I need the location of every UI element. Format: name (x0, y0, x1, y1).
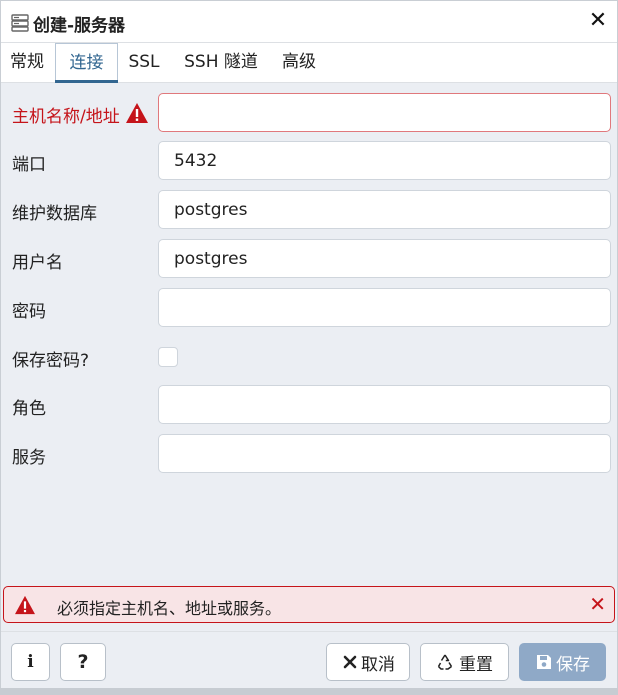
close-icon (343, 655, 357, 669)
role-input[interactable] (158, 385, 611, 424)
dialog-title: 创建-服务器 (33, 16, 126, 36)
username-row: 用户名 (1, 239, 617, 279)
service-row: 服务 (1, 434, 617, 474)
close-icon[interactable]: ✕ (589, 592, 606, 616)
save-password-label: 保存密码? (12, 351, 90, 371)
service-input[interactable] (158, 434, 611, 473)
info-icon: i (27, 652, 34, 672)
host-label: 主机名称/地址 (12, 107, 120, 127)
tab-general[interactable]: 常规 (1, 43, 53, 83)
window-bottom-edge (0, 688, 618, 695)
password-input[interactable] (158, 288, 611, 327)
dialog-footer: i ? 取消 重置 保存 (1, 631, 617, 689)
info-button[interactable]: i (11, 643, 50, 681)
port-row: 端口 (1, 141, 617, 181)
help-button[interactable]: ? (60, 643, 106, 681)
reset-label: 重置 (459, 654, 493, 675)
error-message-text: 必须指定主机名、地址或服务。 (57, 599, 282, 618)
maintenance-db-row: 维护数据库 (1, 190, 617, 230)
username-label: 用户名 (12, 253, 63, 273)
tab-connection[interactable]: 连接 (55, 43, 118, 83)
help-icon: ? (77, 651, 89, 673)
tab-bar: 常规 连接 SSL SSH 隧道 高级 (1, 43, 617, 83)
tab-ssh-tunnel[interactable]: SSH 隧道 (175, 43, 267, 83)
password-label: 密码 (12, 302, 46, 322)
role-label: 角色 (12, 399, 46, 419)
cancel-label: 取消 (361, 654, 395, 675)
cancel-button[interactable]: 取消 (326, 643, 410, 681)
username-input[interactable] (158, 239, 611, 278)
host-row: 主机名称/地址 (1, 93, 617, 133)
warning-icon (15, 595, 35, 615)
maintenance-db-input[interactable] (158, 190, 611, 229)
port-label: 端口 (12, 155, 46, 175)
error-message-bar: 必须指定主机名、地址或服务。 ✕ (3, 586, 615, 623)
floppy-disk-icon (537, 655, 551, 669)
tab-ssl[interactable]: SSL (120, 43, 168, 83)
save-password-row: 保存密码? (1, 337, 617, 377)
recycle-icon (437, 654, 453, 670)
service-label: 服务 (12, 448, 46, 468)
save-password-checkbox[interactable] (158, 347, 178, 367)
save-button[interactable]: 保存 (519, 643, 606, 681)
close-icon[interactable]: ✕ (585, 8, 611, 34)
maintenance-db-label: 维护数据库 (12, 204, 97, 224)
dialog-titlebar[interactable]: 创建-服务器 ✕ (1, 1, 617, 43)
role-row: 角色 (1, 385, 617, 425)
port-input[interactable] (158, 141, 611, 180)
create-server-dialog: 创建-服务器 ✕ 常规 连接 SSL SSH 隧道 高级 主机名称/地址 端口 … (0, 0, 618, 689)
password-row: 密码 (1, 288, 617, 328)
save-label: 保存 (556, 654, 590, 675)
reset-button[interactable]: 重置 (420, 643, 509, 681)
tab-advanced[interactable]: 高级 (273, 43, 325, 83)
host-input[interactable] (158, 93, 611, 132)
warning-icon (126, 103, 148, 123)
server-icon (11, 14, 29, 32)
